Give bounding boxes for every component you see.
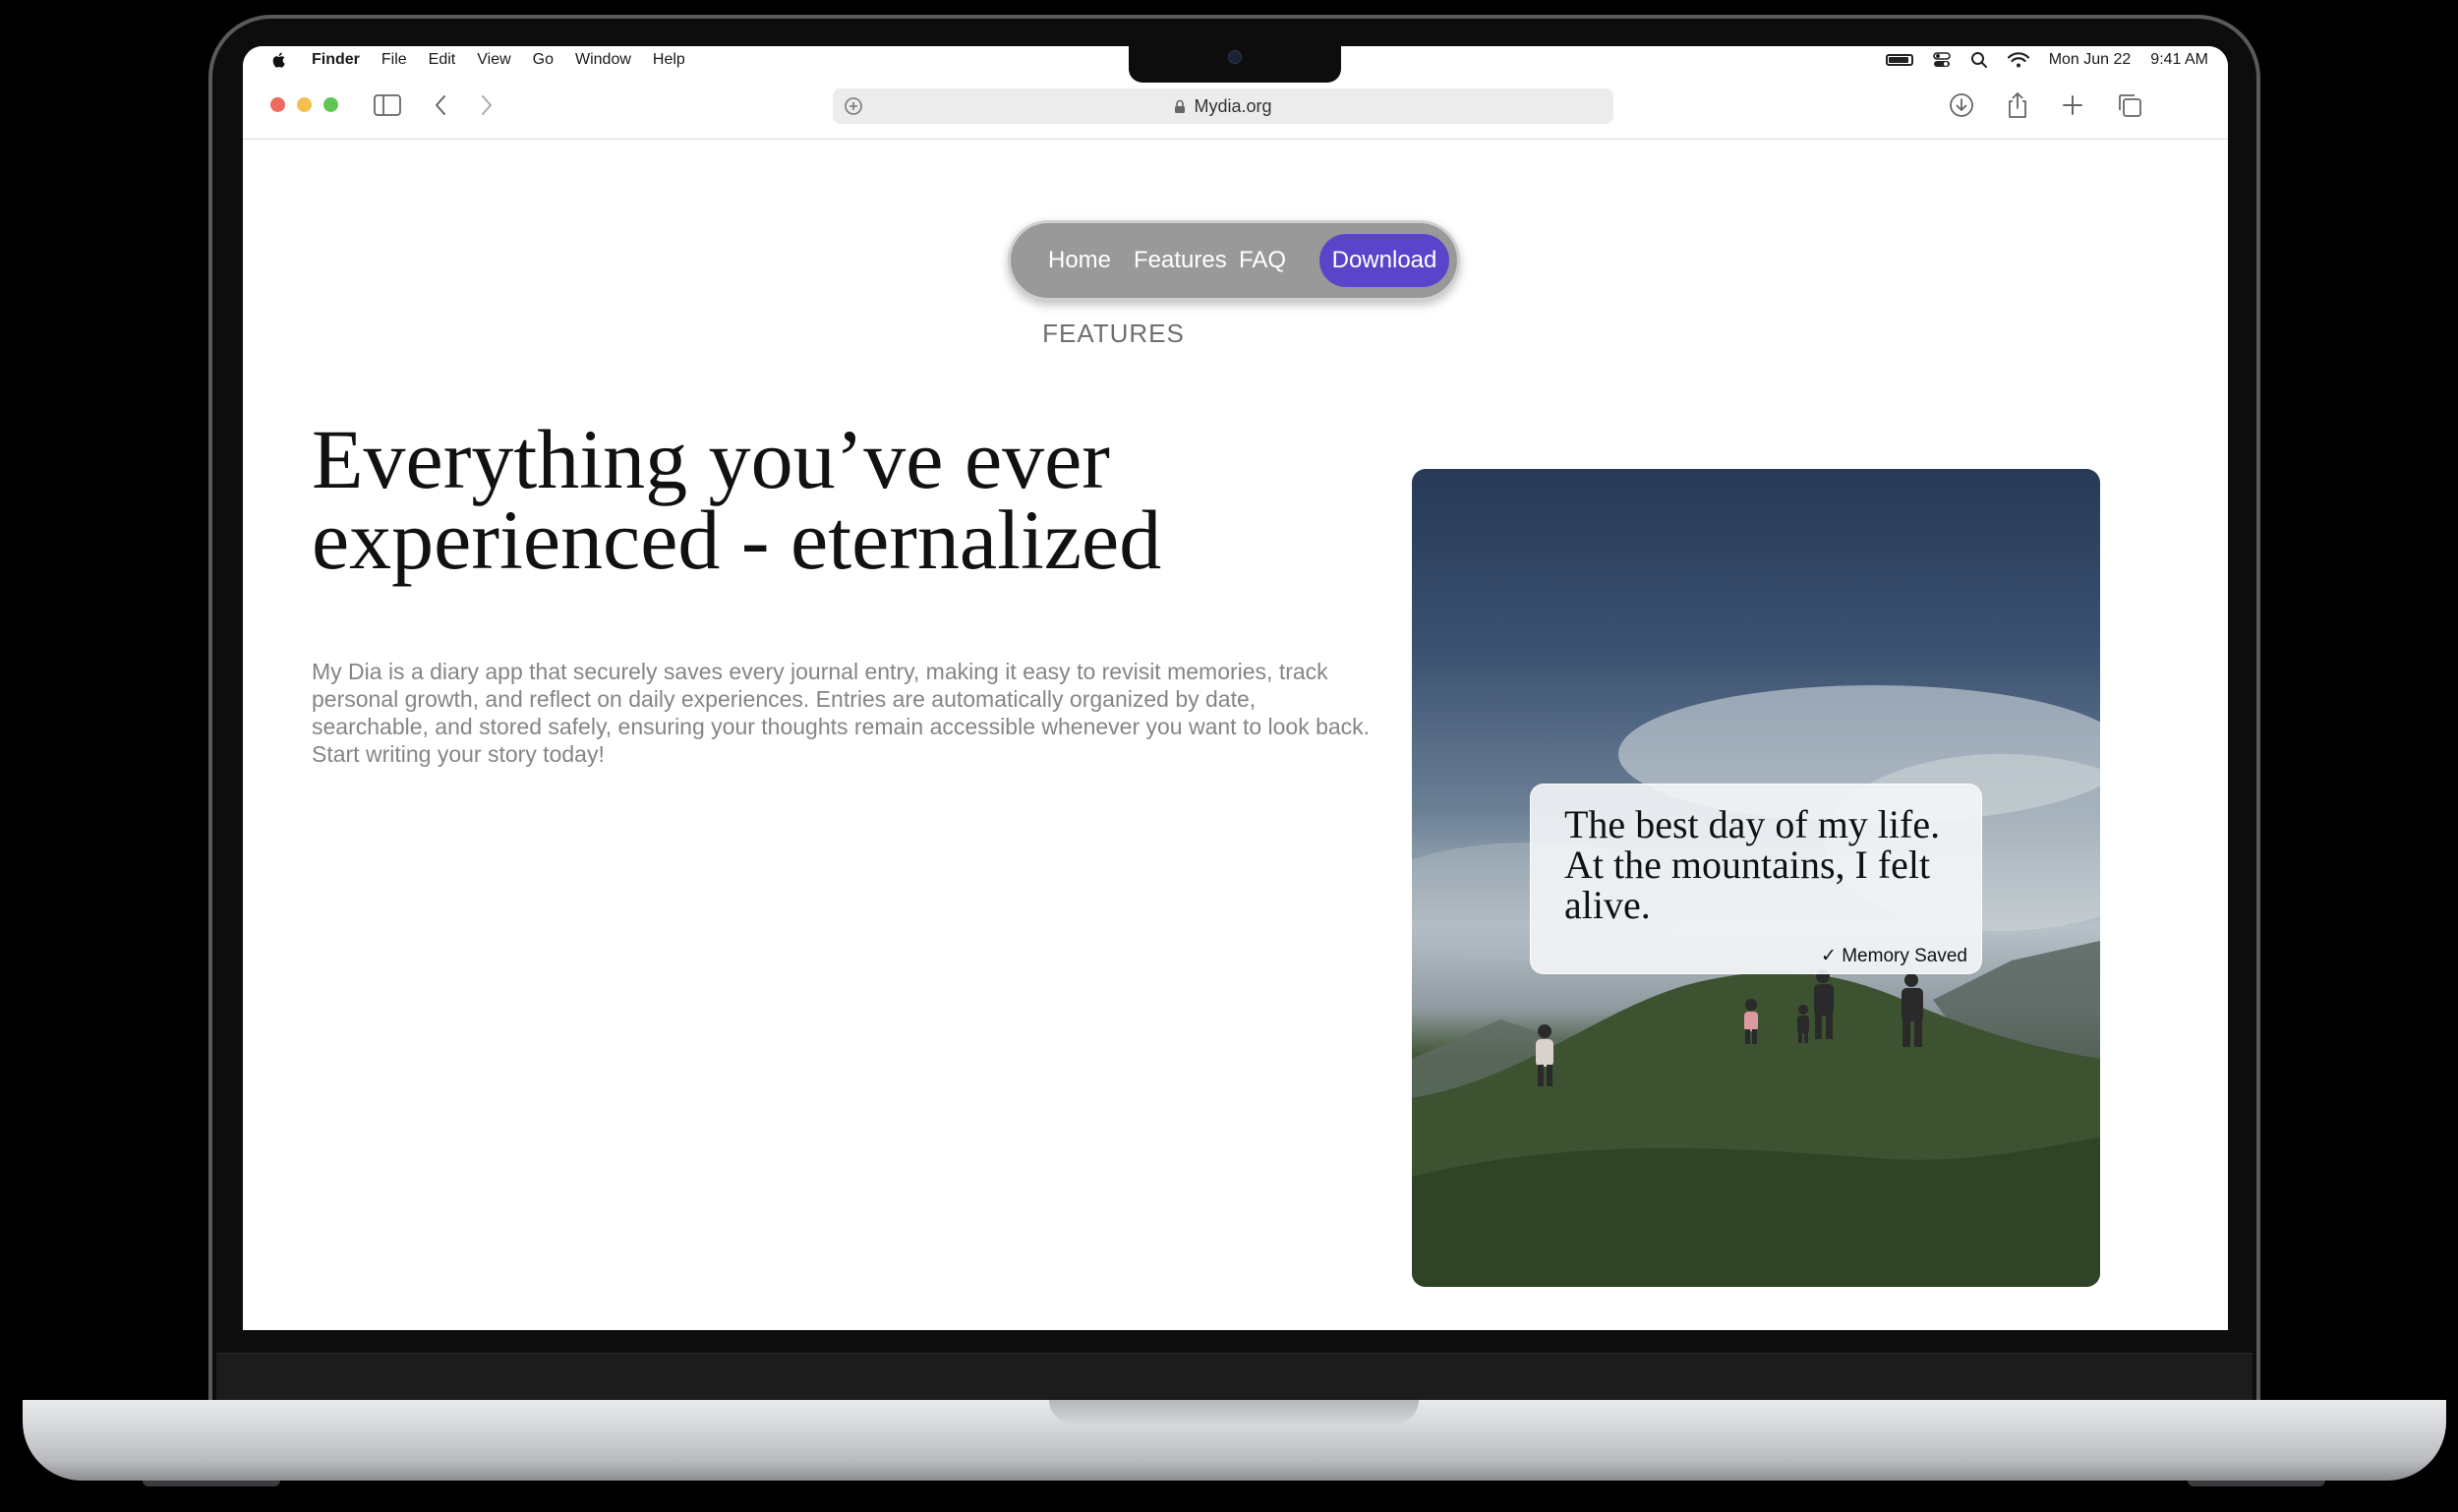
nav-features-link[interactable]: Features (1134, 247, 1227, 274)
mountain-hikers-photo: The best day of my life. At the mountain… (1412, 469, 2100, 1287)
download-button[interactable]: Download (1319, 234, 1449, 287)
nav-home-link[interactable]: Home (1048, 247, 1111, 274)
new-tab-icon[interactable] (2058, 90, 2087, 120)
hero-headline: Everything you’ve ever experienced - ete… (312, 412, 1162, 587)
control-center-icon[interactable] (1932, 51, 1951, 69)
minimize-window-button[interactable] (297, 97, 312, 112)
close-window-button[interactable] (270, 97, 285, 112)
laptop-foot-left (143, 1481, 280, 1486)
forward-icon[interactable] (472, 90, 501, 120)
share-icon[interactable] (2003, 90, 2032, 120)
apple-logo-icon[interactable] (270, 51, 288, 69)
laptop-foot-right (2188, 1481, 2325, 1486)
web-page: Home Features FAQ Download FEATURES Ever… (243, 140, 2228, 1330)
camera-icon (1228, 50, 1242, 64)
menu-file[interactable]: File (381, 51, 407, 69)
menu-date[interactable]: Mon Jun 22 (2049, 51, 2132, 69)
sidebar-icon[interactable] (373, 90, 402, 120)
menu-window[interactable]: Window (575, 51, 631, 69)
menu-time[interactable]: 9:41 AM (2150, 51, 2208, 69)
memory-saved-status: ✓ Memory Saved (1821, 946, 1967, 966)
menu-view[interactable]: View (477, 51, 510, 69)
memory-card: The best day of my life. At the mountain… (1530, 784, 1982, 974)
nav-faq-link[interactable]: FAQ (1239, 247, 1286, 274)
hero-description: My Dia is a diary app that securely save… (312, 659, 1371, 767)
tab-overview-icon[interactable] (2115, 90, 2144, 120)
memory-text: The best day of my life. At the mountain… (1564, 802, 1941, 927)
menu-help[interactable]: Help (653, 51, 685, 69)
browser-toolbar: Mydia.org (243, 78, 2228, 140)
menu-go[interactable]: Go (533, 51, 554, 69)
status-area: Mon Jun 22 9:41 AM (1866, 46, 2208, 74)
nav-bar: Home Features FAQ Download (1008, 220, 1460, 301)
menu-app-name[interactable]: Finder (312, 51, 360, 69)
screen: Finder File Edit View Go Window Help Mon… (243, 46, 2228, 1330)
laptop-chin (216, 1353, 2253, 1401)
battery-icon[interactable] (1885, 54, 1913, 66)
download-icon[interactable] (1947, 90, 1976, 120)
site-settings-icon[interactable] (843, 95, 864, 117)
address-bar[interactable]: Mydia.org (833, 88, 1613, 124)
section-label: FEATURES (1042, 319, 1185, 348)
wifi-icon[interactable] (2007, 52, 2029, 68)
menu-edit[interactable]: Edit (429, 51, 456, 69)
search-icon[interactable] (1970, 51, 1988, 69)
back-icon[interactable] (426, 90, 455, 120)
laptop-base-notch (1049, 1400, 1419, 1424)
url-text: Mydia.org (1194, 95, 1272, 116)
camera-notch (1129, 46, 1341, 83)
zoom-window-button[interactable] (323, 97, 338, 112)
lock-icon (1175, 99, 1186, 113)
